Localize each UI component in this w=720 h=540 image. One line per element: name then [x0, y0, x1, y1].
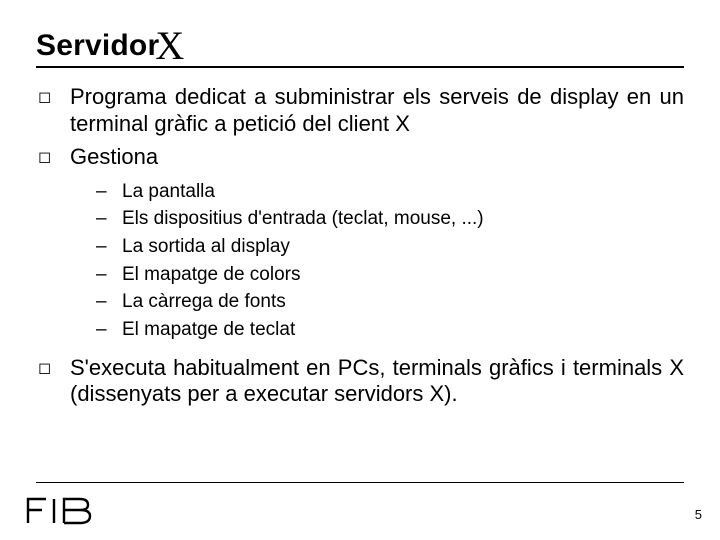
subitem: –La pantalla — [96, 179, 684, 205]
bullet-3: ◻ S'executa habitualment en PCs, termina… — [36, 355, 684, 409]
bullet-marker: ◻ — [36, 355, 70, 409]
title-suffix: X — [155, 23, 184, 68]
bullet-text: S'executa habitualment en PCs, terminals… — [70, 355, 684, 409]
fib-logo — [24, 496, 102, 526]
subitem-text: La pantalla — [122, 179, 215, 205]
footer-divider — [36, 482, 684, 483]
dash-marker: – — [96, 262, 122, 288]
dash-marker: – — [96, 317, 122, 343]
dash-marker: – — [96, 179, 122, 205]
bullet-marker: ◻ — [36, 144, 70, 171]
content-area: ◻ Programa dedicat a subministrar els se… — [36, 78, 684, 408]
title-divider — [36, 66, 684, 68]
bullet-1: ◻ Programa dedicat a subministrar els se… — [36, 84, 684, 138]
subitem-text: La sortida al display — [122, 234, 290, 260]
subitem: –El mapatge de teclat — [96, 317, 684, 343]
subitem: –La càrrega de fonts — [96, 289, 684, 315]
title-wrap: ServidorX — [36, 22, 684, 69]
bullet-text: Gestiona — [70, 144, 684, 171]
sublist: –La pantalla –Els dispositius d'entrada … — [96, 179, 684, 343]
title-prefix: Servidor — [36, 29, 159, 62]
bullet-text: Programa dedicat a subministrar els serv… — [70, 84, 684, 138]
bullet-2: ◻ Gestiona — [36, 144, 684, 171]
subitem: –El mapatge de colors — [96, 262, 684, 288]
subitem-text: Els dispositius d'entrada (teclat, mouse… — [122, 206, 484, 232]
subitem: –La sortida al display — [96, 234, 684, 260]
slide: ServidorX ◻ Programa dedicat a subminist… — [0, 0, 720, 540]
subitem-text: La càrrega de fonts — [122, 289, 286, 315]
dash-marker: – — [96, 289, 122, 315]
page-title: ServidorX — [36, 22, 684, 69]
dash-marker: – — [96, 206, 122, 232]
subitem-text: El mapatge de teclat — [122, 317, 295, 343]
page-number: 5 — [695, 507, 702, 522]
dash-marker: – — [96, 234, 122, 260]
subitem-text: El mapatge de colors — [122, 262, 301, 288]
subitem: –Els dispositius d'entrada (teclat, mous… — [96, 206, 684, 232]
bullet-marker: ◻ — [36, 84, 70, 138]
